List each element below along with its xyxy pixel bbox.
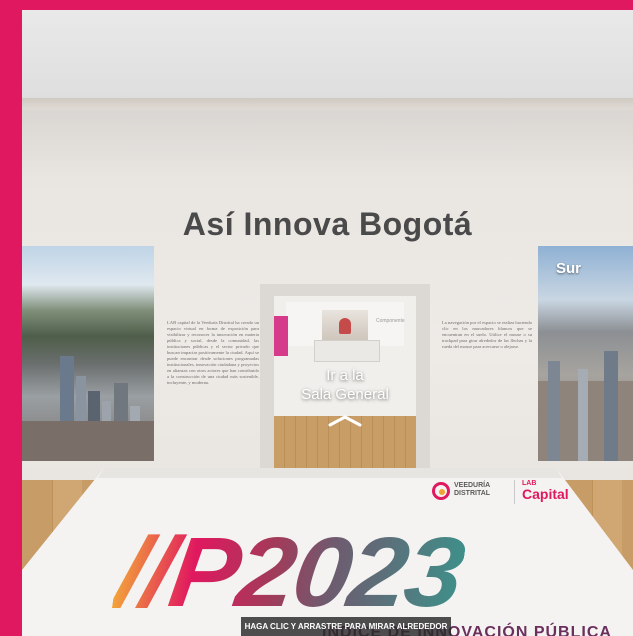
logo-divider — [514, 480, 515, 504]
sponsor-logos: VEEDURÍA DISTRITAL LAB Capital — [432, 480, 582, 510]
ip2023-brand: //P2023 — [109, 517, 470, 628]
veeduria-line2: DISTRITAL — [454, 490, 491, 497]
veeduria-line1: VEEDURÍA — [454, 482, 491, 489]
capital-label: Capital — [522, 486, 569, 502]
veeduria-logo-icon — [432, 482, 450, 500]
drag-hint-banner: HAGA CLIC Y ARRASTRE PARA MIRAR ALREDEDO… — [241, 617, 451, 636]
3d-gallery-viewport[interactable]: Así Innova Bogotá LAB capital de la Veed… — [22, 10, 633, 636]
